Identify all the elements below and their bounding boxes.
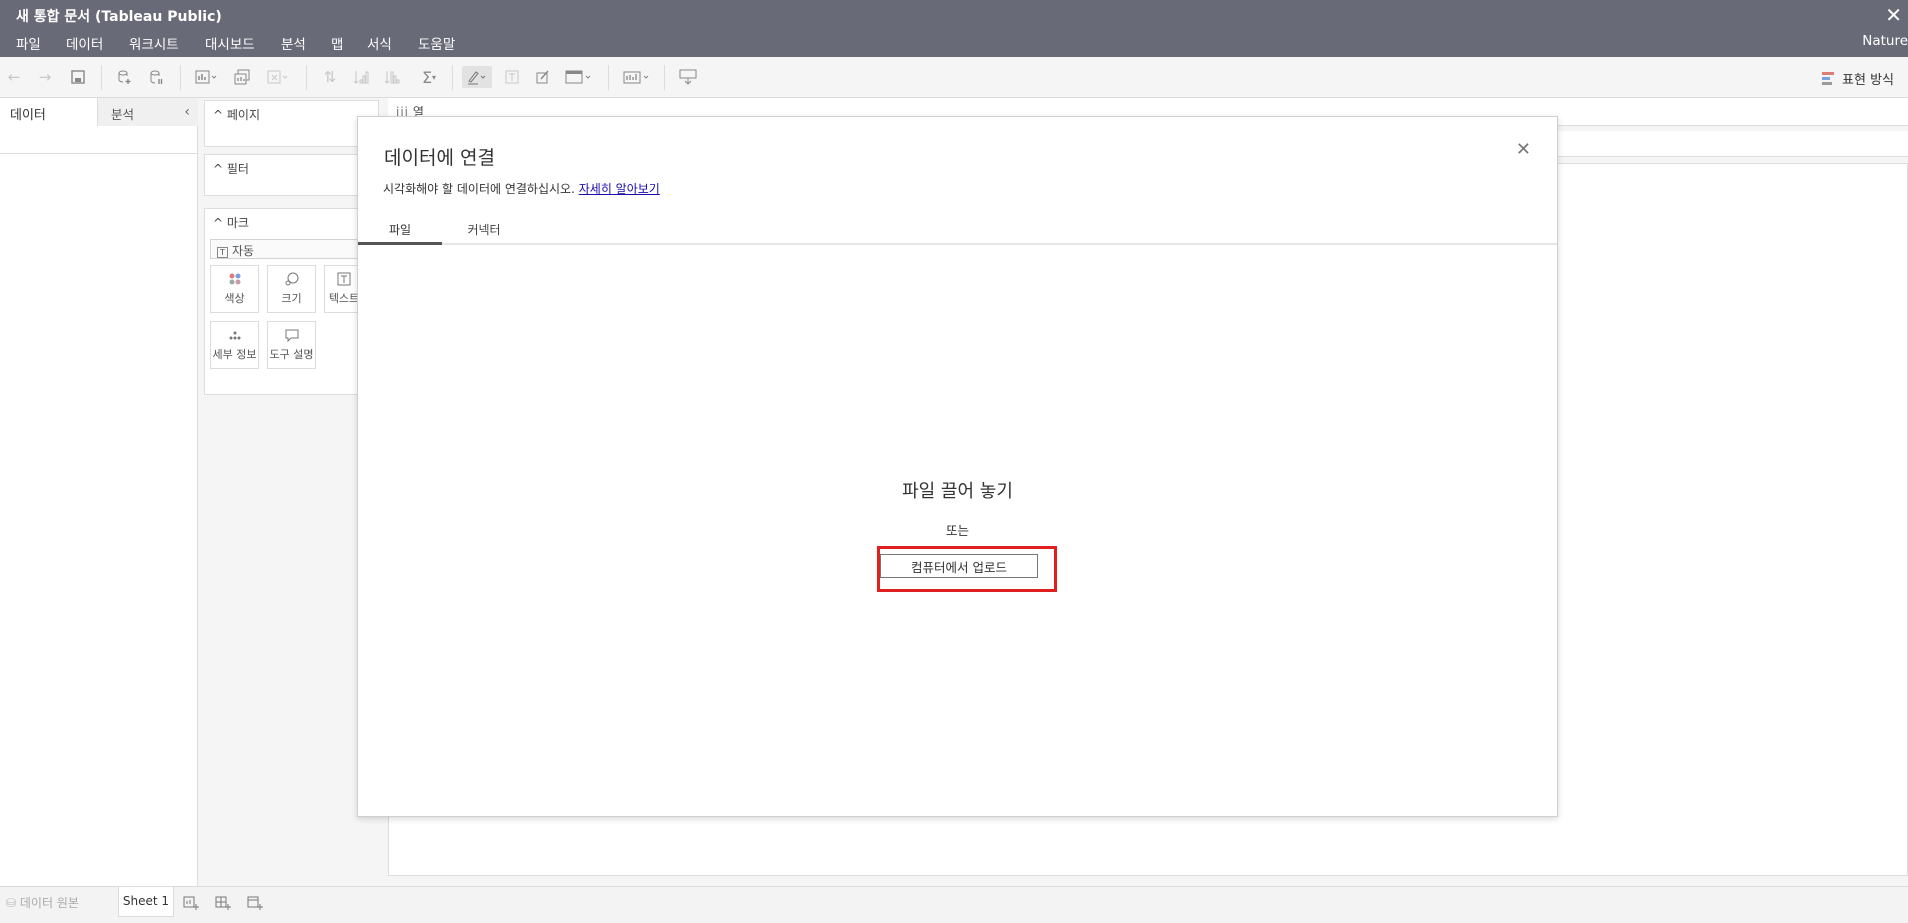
text-label: 텍스트 — [328, 292, 360, 305]
pages-card[interactable]: ^ 페이지 — [204, 100, 379, 147]
redo-icon[interactable]: → — [33, 66, 57, 88]
menu-worksheet[interactable]: 워크시트 — [129, 33, 179, 53]
data-pane: 데이터 분석 ‹ — [0, 98, 198, 886]
detail-icon — [211, 328, 258, 344]
sheet-tab-bar: ⛁ 데이터 원본 Sheet 1 — [0, 886, 1908, 923]
tooltip-mark-button[interactable]: 도구 설명 — [267, 321, 316, 369]
labels-icon[interactable] — [500, 66, 524, 88]
marks-card: ^ 마크 T 자동 색상 크기 텍스트 세부 정보 도구 설명 — [204, 208, 379, 395]
new-data-source-icon[interactable] — [112, 66, 136, 88]
sheet-tab[interactable]: Sheet 1 — [118, 887, 174, 917]
marks-header: ^ 마크 — [213, 216, 249, 230]
show-me-bar-3 — [1822, 81, 1833, 85]
pause-data-icon[interactable] — [144, 66, 168, 88]
swap-rows-columns-icon[interactable]: ⇅ — [318, 66, 342, 88]
data-pane-tabs: 데이터 분석 ‹ — [0, 98, 198, 126]
dialog-description-text: 시각화해야 할 데이터에 연결하십시오. — [383, 182, 575, 196]
mark-type-value: 자동 — [232, 244, 255, 258]
color-mark-button[interactable]: 색상 — [210, 265, 259, 313]
fit-icon[interactable] — [562, 66, 596, 88]
color-label: 색상 — [224, 292, 245, 305]
new-worksheet-tab-icon[interactable] — [180, 893, 202, 913]
marks-label: 마크 — [226, 216, 249, 230]
tab-analysis-label: 분석 — [111, 107, 135, 122]
upload-from-computer-button[interactable]: 컴퓨터에서 업로드 — [880, 554, 1038, 578]
menu-map[interactable]: 맵 — [331, 33, 343, 53]
show-me-icon — [1822, 71, 1836, 86]
show-me-button[interactable]: 표현 방식 — [1822, 69, 1894, 88]
menu-format[interactable]: 서식 — [367, 33, 392, 53]
or-text: 또는 — [945, 523, 969, 538]
duplicate-sheet-icon[interactable] — [230, 66, 254, 88]
dialog-description: 시각화해야 할 데이터에 연결하십시오. 자세히 알아보기 — [383, 180, 660, 197]
clear-sheet-icon[interactable] — [264, 66, 294, 88]
collapse-pane-icon[interactable]: ‹ — [184, 104, 190, 120]
text-mark-icon: T — [217, 247, 228, 258]
sort-ascending-icon[interactable] — [349, 66, 373, 88]
undo-icon[interactable]: ← — [2, 66, 26, 88]
tab-file[interactable]: 파일 — [358, 217, 442, 245]
menu-analysis[interactable]: 분석 — [281, 33, 306, 53]
show-me-label: 표현 방식 — [1842, 73, 1894, 88]
toolbar: ← → ⇅ Σ ▾ 표현 방식 — [0, 57, 1908, 98]
tab-connectors[interactable]: 커넥터 — [442, 217, 526, 245]
menu-file[interactable]: 파일 — [16, 33, 41, 53]
highlight-icon[interactable] — [462, 66, 492, 88]
pages-label: 페이지 — [226, 108, 260, 122]
data-source-label: 데이터 원본 — [19, 896, 79, 910]
show-me-bar-1 — [1822, 71, 1835, 75]
data-source-strip — [0, 126, 197, 154]
menu-bar: 파일 데이터 워크시트 대시보드 분석 맵 서식 도움말 Nature — [0, 31, 1908, 57]
tab-analysis[interactable]: 분석 ‹ — [98, 98, 198, 126]
sort-descending-icon[interactable] — [380, 66, 404, 88]
learn-more-link[interactable]: 자세히 알아보기 — [579, 182, 660, 196]
size-label: 크기 — [281, 292, 302, 305]
show-me-bar-2 — [1822, 76, 1831, 80]
menu-help[interactable]: 도움말 — [418, 33, 455, 53]
window-close-icon[interactable]: ✕ — [1885, 3, 1902, 27]
color-icon — [211, 272, 258, 288]
filters-label: 필터 — [226, 162, 249, 176]
new-dashboard-tab-icon[interactable] — [212, 893, 234, 913]
presentation-mode-icon[interactable] — [676, 66, 700, 88]
mark-type-dropdown[interactable]: T 자동 — [210, 239, 375, 259]
filters-card[interactable]: ^ 필터 — [204, 154, 379, 196]
show-cards-icon[interactable] — [620, 66, 654, 88]
dialog-close-icon[interactable]: ✕ — [1516, 139, 1531, 160]
menu-data[interactable]: 데이터 — [66, 33, 103, 53]
tab-data[interactable]: 데이터 — [0, 98, 98, 126]
detail-mark-button[interactable]: 세부 정보 — [210, 321, 259, 369]
window-title: 새 통합 문서 (Tableau Public) — [16, 9, 222, 25]
dialog-tabs: 파일 커넥터 — [358, 217, 1557, 245]
connect-to-data-dialog: 데이터에 연결 ✕ 시각화해야 할 데이터에 연결하십시오. 자세히 알아보기 … — [357, 116, 1558, 817]
filters-header: ^ 필터 — [213, 162, 249, 176]
drop-zone-title[interactable]: 파일 끌어 놓기 — [358, 477, 1557, 503]
database-icon: ⛁ — [6, 896, 17, 910]
detail-label: 세부 정보 — [212, 348, 257, 361]
size-icon — [268, 272, 315, 288]
pages-header: ^ 페이지 — [213, 108, 260, 122]
user-name: Nature — [1862, 33, 1908, 49]
dialog-title: 데이터에 연결 — [384, 147, 495, 169]
totals-icon[interactable]: Σ ▾ — [414, 66, 444, 88]
tooltip-icon — [268, 328, 315, 344]
new-worksheet-icon[interactable] — [192, 66, 222, 88]
size-mark-button[interactable]: 크기 — [267, 265, 316, 313]
menu-dashboard[interactable]: 대시보드 — [205, 33, 255, 53]
title-bar: 새 통합 문서 (Tableau Public) ✕ 파일 데이터 워크시트 대… — [0, 0, 1908, 57]
format-workbook-icon[interactable] — [531, 66, 555, 88]
data-source-tab[interactable]: ⛁ 데이터 원본 — [6, 894, 79, 911]
tooltip-label: 도구 설명 — [269, 348, 314, 361]
new-story-tab-icon[interactable] — [244, 893, 266, 913]
save-icon[interactable] — [66, 66, 90, 88]
